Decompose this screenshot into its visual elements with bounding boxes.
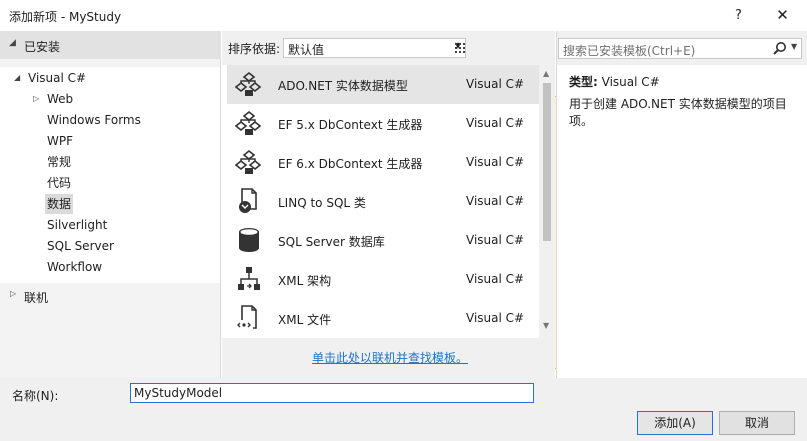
template-language: Visual C# — [466, 116, 525, 130]
tree-node-label: Silverlight — [47, 218, 108, 232]
online-header[interactable]: ▷ 联机 — [0, 283, 220, 309]
tree-node-label: Windows Forms — [47, 113, 141, 127]
dialog-footer: 名称(N): MyStudyModel 添加(A) 取消 — [0, 378, 807, 441]
cancel-button[interactable]: 取消 — [719, 411, 795, 435]
collapsed-arrow-icon[interactable]: ▷ — [33, 89, 39, 109]
template-name: ADO.NET 实体数据模型 — [278, 79, 408, 93]
window-title: 添加新项 - MyStudy — [9, 10, 122, 24]
tree-node-workflow[interactable]: Workflow — [47, 257, 102, 277]
type-value: Visual C# — [601, 75, 660, 89]
entity-model-icon — [235, 110, 262, 135]
template-name: XML 文件 — [278, 313, 332, 327]
entity-model-icon — [235, 149, 262, 174]
template-language: Visual C# — [466, 155, 525, 169]
scrollbar-thumb[interactable] — [543, 83, 551, 241]
type-label: 类型: — [569, 75, 598, 89]
entity-model-icon — [235, 71, 262, 96]
installed-header[interactable]: ◢ 已安装 — [0, 31, 221, 59]
template-row[interactable]: LINQ to SQL 类 Visual C# — [227, 182, 539, 221]
tree-node-data[interactable]: 数据 — [45, 194, 74, 214]
collapse-arrow-icon[interactable]: ◢ — [9, 38, 16, 48]
template-row[interactable]: EF 6.x DbContext 生成器 Visual C# — [227, 143, 539, 182]
sort-value: 默认值 — [288, 43, 325, 57]
details-panel: 搜索已安装模板(Ctrl+E) ▼ 类型: Visual C# 用于创建 ADO… — [556, 31, 807, 378]
template-name: EF 6.x DbContext 生成器 — [278, 157, 423, 171]
grid-view-icon — [455, 43, 465, 53]
template-row[interactable]: XML 文件 Visual C# — [227, 299, 539, 338]
tree-node-code[interactable]: 代码 — [47, 173, 71, 193]
online-label: 联机 — [24, 291, 49, 305]
tree-node-label: Workflow — [47, 260, 103, 274]
sort-toolbar: 排序依据: 默认值 ▼ — [222, 31, 787, 369]
tree-node-general[interactable]: 常规 — [47, 152, 71, 172]
list-footer: 单击此处以联机并查找模板。 — [222, 338, 555, 378]
template-row[interactable]: ADO.NET 实体数据模型 Visual C# — [227, 65, 539, 104]
name-label: 名称(N): — [12, 389, 59, 403]
scroll-down-arrow-icon[interactable]: ▼ — [543, 321, 549, 330]
tree-node-sql-server[interactable]: SQL Server — [47, 236, 114, 256]
template-row[interactable]: XML 架构 Visual C# — [227, 260, 539, 299]
tree-node-windows-forms[interactable]: Windows Forms — [47, 110, 141, 130]
template-description: 类型: Visual C# 用于创建 ADO.NET 实体数据模型的项目项。 — [557, 65, 807, 378]
tree-node-label: 常规 — [47, 155, 72, 169]
template-language: Visual C# — [466, 272, 525, 286]
xml-schema-icon — [238, 267, 260, 290]
tree-node-silverlight[interactable]: Silverlight — [47, 215, 107, 235]
add-button[interactable]: 添加(A) — [637, 411, 713, 435]
template-row[interactable]: EF 5.x DbContext 生成器 Visual C# — [227, 104, 539, 143]
sort-label: 排序依据: — [228, 42, 281, 56]
expanded-arrow-icon[interactable]: ◢ — [14, 68, 20, 88]
close-button[interactable]: ✕ — [760, 0, 805, 31]
title-bar: 添加新项 - MyStudy ? ✕ — [0, 0, 807, 31]
tree-node-label: Web — [47, 92, 74, 106]
category-tree: ◢ Visual C# ▷ Web Windows Forms WPF 常规 代… — [0, 67, 220, 283]
template-language: Visual C# — [466, 77, 525, 91]
category-panel: ◢ 已安装 ◢ Visual C# ▷ Web Windows Forms WP… — [0, 31, 221, 378]
chevron-down-icon[interactable]: ▼ — [791, 42, 797, 51]
template-language: Visual C# — [466, 194, 525, 208]
tree-node-label: Visual C# — [28, 71, 87, 85]
xml-file-icon — [237, 305, 257, 330]
database-icon — [239, 228, 259, 252]
template-name: LINQ to SQL 类 — [278, 196, 366, 210]
help-button[interactable]: ? — [716, 0, 761, 31]
search-placeholder: 搜索已安装模板(Ctrl+E) — [563, 44, 696, 58]
template-name: EF 5.x DbContext 生成器 — [278, 118, 423, 132]
template-language: Visual C# — [466, 311, 525, 325]
linq-to-sql-icon — [239, 188, 257, 213]
tree-node-label: 数据 — [47, 197, 72, 211]
sort-dropdown[interactable]: 默认值 ▼ — [283, 38, 466, 58]
installed-label: 已安装 — [24, 40, 61, 54]
search-icon[interactable] — [772, 40, 788, 58]
tree-node-visual-csharp[interactable]: ◢ Visual C# — [14, 68, 87, 88]
name-input[interactable]: MyStudyModel — [130, 383, 534, 403]
description-text: 用于创建 ADO.NET 实体数据模型的项目项。 — [569, 97, 787, 128]
grid-view-button[interactable] — [450, 38, 470, 58]
template-list: ADO.NET 实体数据模型 Visual C# EF 5.x DbContex… — [227, 65, 539, 338]
template-name: XML 架构 — [278, 274, 332, 288]
tree-node-wpf[interactable]: WPF — [47, 131, 73, 151]
tree-node-label: 代码 — [47, 176, 72, 190]
template-language: Visual C# — [466, 233, 525, 247]
collapsed-arrow-icon[interactable]: ▷ — [10, 289, 16, 298]
tree-node-web[interactable]: ▷ Web — [33, 89, 74, 109]
search-box[interactable]: 搜索已安装模板(Ctrl+E) ▼ — [558, 38, 802, 59]
template-row[interactable]: SQL Server 数据库 Visual C# — [227, 221, 539, 260]
type-line: 类型: Visual C# — [569, 73, 660, 90]
template-list-scrollbar[interactable]: ▲ ▼ — [539, 65, 555, 338]
template-name: SQL Server 数据库 — [278, 235, 385, 249]
tree-node-label: SQL Server — [47, 239, 114, 253]
tree-node-label: WPF — [47, 134, 74, 148]
find-templates-online-link[interactable]: 单击此处以联机并查找模板。 — [312, 349, 468, 366]
scroll-up-arrow-icon[interactable]: ▲ — [543, 69, 549, 78]
